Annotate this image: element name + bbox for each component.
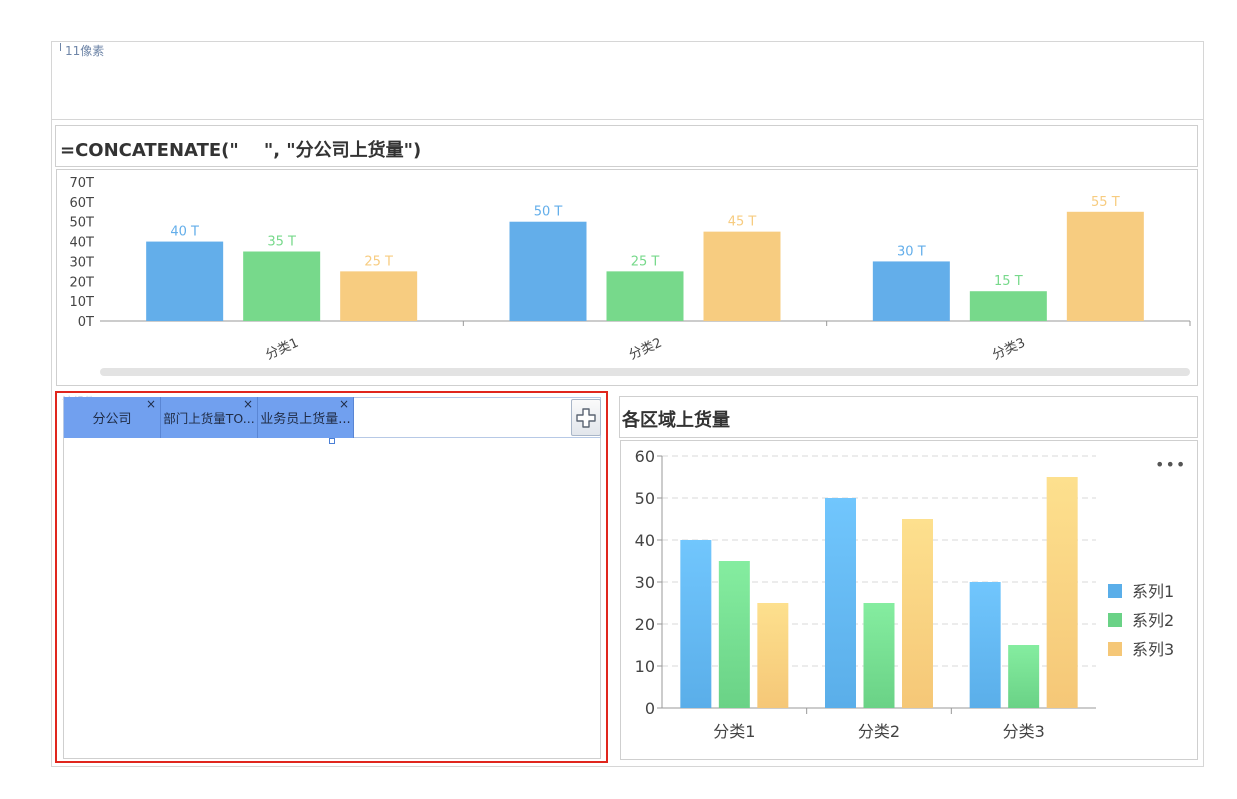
x-tick-label: 分类3 [1003, 722, 1045, 741]
data-label: 35 T [267, 235, 296, 250]
data-label: 15 T [994, 274, 1023, 289]
data-label: 30 T [897, 244, 926, 259]
bar [825, 498, 856, 708]
y-tick-label: 20T [70, 275, 95, 290]
y-tick-label: 30T [70, 255, 95, 270]
data-label: 45 T [728, 215, 757, 230]
legend-label: 系列2 [1132, 611, 1174, 630]
bar [757, 603, 789, 708]
legend-swatch [1108, 584, 1122, 598]
chart2-title: 各区域上货量 [622, 410, 730, 431]
bar [340, 271, 418, 321]
data-label: 40 T [170, 225, 199, 240]
y-tick-label: 40 [635, 531, 655, 550]
y-tick-label: 50T [70, 216, 95, 231]
legend-label: 系列3 [1132, 640, 1174, 659]
y-tick-label: 0T [78, 315, 94, 330]
y-tick-label: 20 [635, 615, 655, 634]
bar [509, 221, 587, 321]
pixel-size-label: 11像素 [60, 42, 104, 59]
bar [1008, 645, 1040, 708]
bar [872, 261, 950, 321]
y-tick-label: 50 [635, 489, 655, 508]
y-tick-label: 60 [635, 447, 655, 466]
y-tick-label: 10T [70, 295, 95, 310]
legend-swatch [1108, 613, 1122, 627]
y-tick-label: 60T [70, 196, 95, 211]
chart1-horizontal-scrollbar[interactable] [100, 368, 1190, 376]
chart2-plot: 0 10 20 30 40 50 60 分类1 分类2 分类3 系列1 系列2 系列3 [635, 447, 1175, 741]
top-blank-block[interactable] [52, 42, 1203, 120]
y-tick-label: 70T [70, 176, 95, 191]
legend-swatch [1108, 642, 1122, 656]
chart1-plot: 0T 10T 20T 30T 40T 50T 60T 70T 40 T 35 T 25 T 分类1 50… [70, 176, 1191, 364]
legend-label: 系列1 [1132, 582, 1174, 601]
data-label: 25 T [364, 254, 393, 269]
y-tick-label: 30 [635, 573, 655, 592]
bar [969, 582, 1001, 708]
data-label: 25 T [631, 254, 660, 269]
x-tick-label: 分类1 [713, 722, 755, 741]
bar [1066, 211, 1144, 321]
bar [1046, 477, 1078, 708]
bar [606, 271, 684, 321]
y-tick-label: 10 [635, 657, 655, 676]
x-tick-label: 分类2 [627, 336, 664, 364]
x-tick-label: 分类1 [264, 336, 301, 364]
data-label: 50 T [534, 205, 563, 220]
selected-widget-highlight [55, 391, 608, 763]
x-tick-label: 分类3 [990, 336, 1027, 364]
y-tick-label: 40T [70, 236, 95, 251]
bar [146, 241, 224, 321]
x-tick-label: 分类2 [858, 722, 900, 741]
bar [863, 603, 895, 708]
bar [902, 519, 933, 708]
bar [969, 291, 1047, 321]
bar [703, 231, 781, 321]
chart1-title: =CONCATENATE(" ", "分公司上货量") [60, 140, 422, 161]
bar [718, 561, 750, 708]
bar [680, 540, 712, 708]
y-tick-label: 0 [645, 699, 655, 718]
bar [243, 251, 321, 321]
data-label: 55 T [1091, 195, 1120, 210]
more-options-icon[interactable]: ••• [1155, 455, 1186, 474]
